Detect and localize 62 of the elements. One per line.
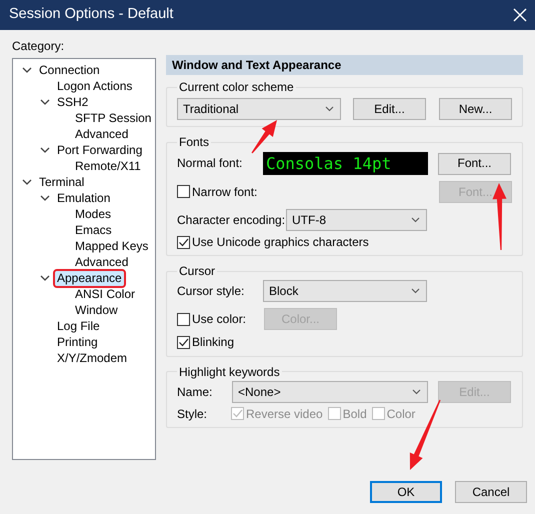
checkbox[interactable]	[177, 185, 190, 198]
group-label: Fonts	[178, 135, 210, 149]
chevron-icon[interactable]	[22, 178, 32, 186]
button[interactable]: Font...	[438, 152, 511, 174]
ok-button[interactable]: OK	[370, 481, 442, 503]
tree-item[interactable]: Printing	[55, 334, 100, 350]
annotation-arrow	[492, 183, 506, 250]
chevron-icon[interactable]	[40, 98, 50, 106]
checkbox[interactable]	[177, 236, 190, 249]
color-scheme-dropdown[interactable]: Traditional	[177, 98, 341, 120]
button[interactable]: New...	[439, 98, 512, 120]
chevron-icon[interactable]	[40, 194, 50, 202]
cursor-style-dropdown[interactable]: Block	[263, 280, 427, 302]
tree-item[interactable]: Emacs	[73, 222, 114, 238]
keyword-dropdown[interactable]: <None>	[232, 380, 428, 403]
tree-item[interactable]: Port Forwarding	[55, 142, 144, 158]
cancel-button[interactable]: Cancel	[455, 481, 527, 503]
window-title: Session Options - Default	[9, 6, 174, 24]
field-label: Cursor style:	[177, 284, 246, 299]
close-icon[interactable]	[513, 8, 527, 22]
checkbox-label[interactable]: Use Unicode graphics characters	[192, 235, 369, 250]
tree-item[interactable]: Connection	[37, 62, 102, 78]
category-label: Category:	[12, 39, 66, 54]
field-label: Character encoding:	[177, 212, 286, 228]
tree-item[interactable]: SFTP Session	[73, 110, 154, 126]
chevron-icon	[411, 288, 420, 294]
font-preview: Consolas 14pt	[263, 152, 428, 175]
chevron-icon	[411, 217, 420, 223]
tree-item[interactable]: Emulation	[55, 190, 112, 206]
tree-item[interactable]: Mapped Keys	[73, 238, 150, 254]
chevron-icon[interactable]	[40, 274, 50, 282]
field-label: Normal font:	[177, 156, 244, 171]
tree-item[interactable]: Advanced	[73, 126, 130, 142]
tree-item[interactable]: SSH2	[55, 94, 90, 110]
tree-item[interactable]: Advanced	[73, 254, 130, 270]
tree-item[interactable]: Terminal	[37, 174, 86, 190]
chevron-icon[interactable]	[40, 146, 50, 154]
tree-item[interactable]: Window	[73, 302, 120, 318]
tree-item[interactable]: Appearance	[55, 270, 124, 286]
button[interactable]: Edit...	[353, 98, 426, 120]
field-label: Style:	[177, 406, 208, 422]
tree-item[interactable]: Modes	[73, 206, 114, 222]
chevron-icon	[412, 388, 421, 395]
tree-item[interactable]: Remote/X11	[73, 158, 143, 174]
checkbox-label[interactable]: Blinking	[192, 335, 234, 350]
section-header: Window and Text Appearance	[166, 55, 523, 75]
chevron-icon[interactable]	[22, 66, 32, 74]
checkbox-label[interactable]: Narrow font:	[192, 184, 258, 200]
field-label: Name:	[177, 384, 214, 399]
checkbox[interactable]	[177, 336, 190, 350]
tree-item[interactable]: ANSI Color	[73, 286, 138, 302]
group-label: Cursor	[178, 264, 216, 278]
checkbox-label[interactable]: Use color:	[192, 312, 246, 327]
tree-item[interactable]: X/Y/Zmodem	[55, 350, 130, 366]
group-label: Current color scheme	[178, 80, 295, 94]
annotation-arrow	[252, 120, 277, 154]
checkbox[interactable]	[177, 312, 190, 326]
tree-item[interactable]: Logon Actions	[55, 78, 134, 94]
encoding-dropdown[interactable]: UTF-8	[286, 209, 427, 231]
tree-item[interactable]: Log File	[55, 318, 102, 334]
group-label: Highlight keywords	[178, 364, 281, 379]
chevron-icon	[325, 106, 334, 112]
